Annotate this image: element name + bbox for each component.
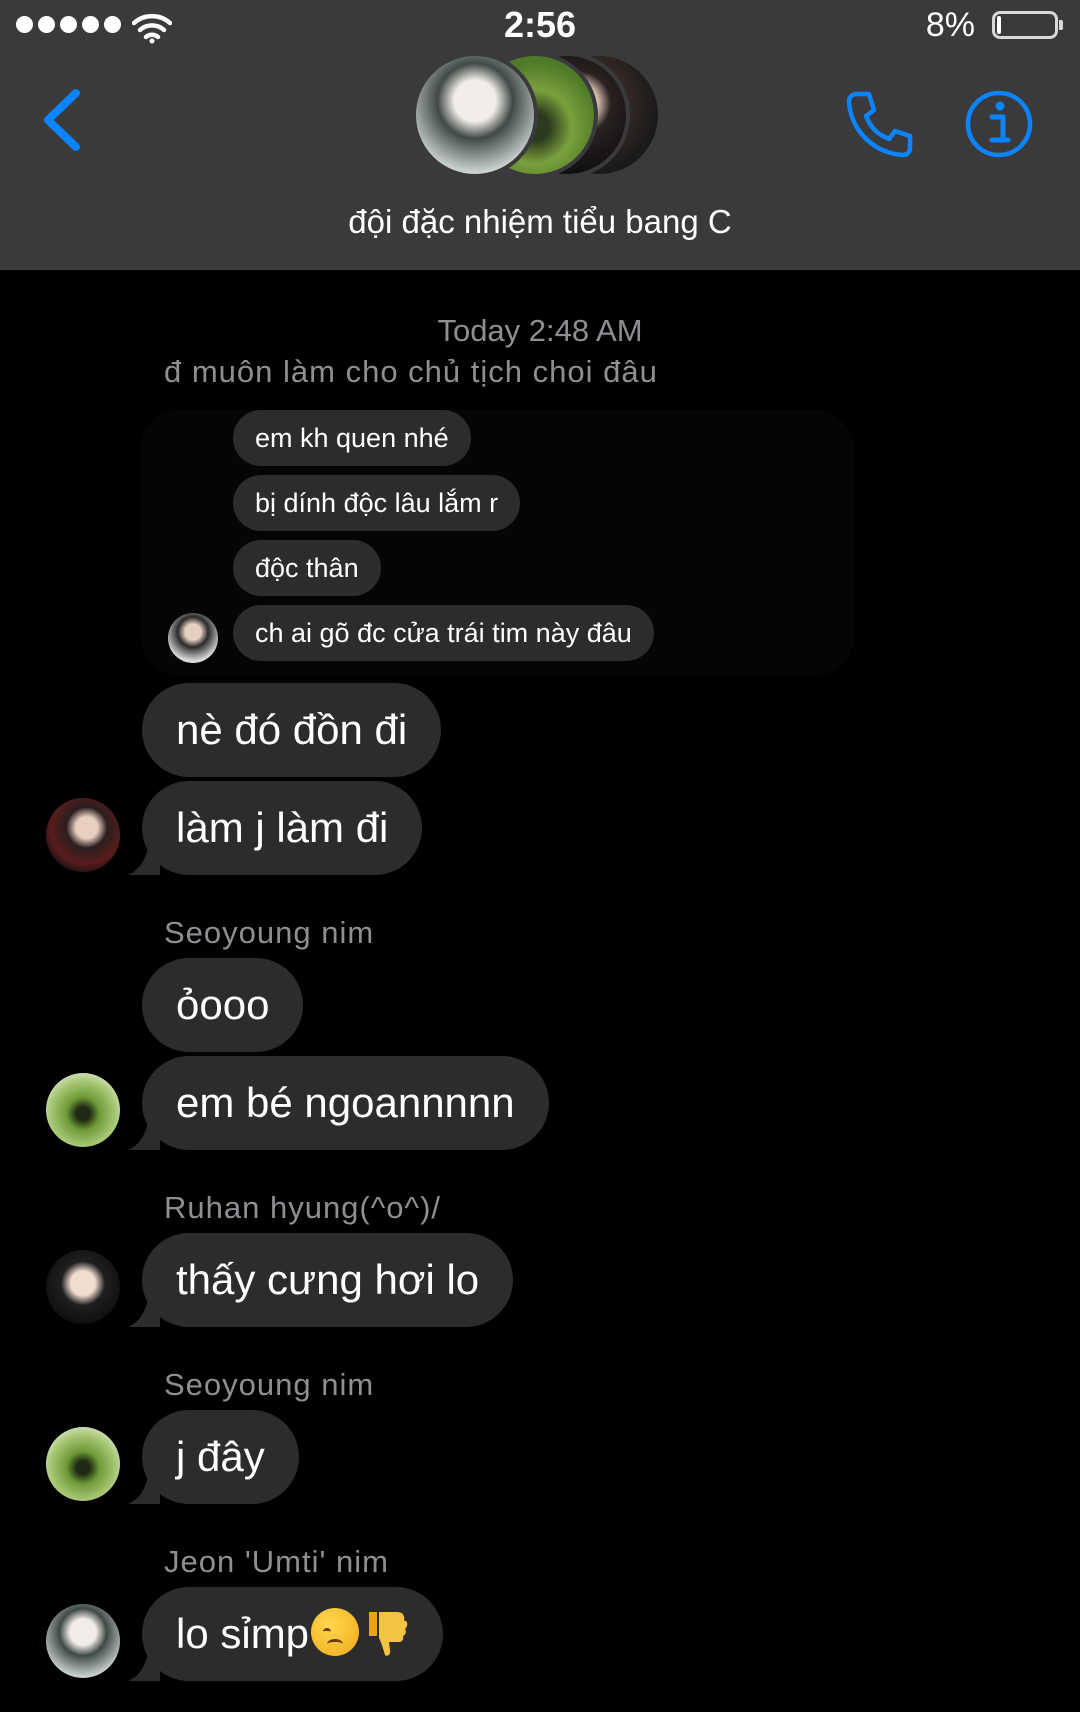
sender-avatar[interactable] xyxy=(46,1250,120,1324)
quoted-message: độc thân xyxy=(233,540,381,596)
sender-avatar[interactable] xyxy=(46,1073,120,1147)
group-name[interactable]: đội đặc nhiệm tiểu bang C xyxy=(0,203,1080,241)
member-avatar xyxy=(412,52,538,178)
message-text: lo sỉmp xyxy=(176,1610,310,1657)
message-bubble[interactable]: nè đó đồn đi xyxy=(142,683,442,777)
conversation-header: 2:56 8% đội đặc nhiệm tiểu bang C xyxy=(0,0,1080,270)
reply-context: đ muôn làm cho chủ tịch choi đâu xyxy=(164,354,658,389)
message-bubble[interactable]: làm j làm đi xyxy=(142,781,423,875)
battery-icon xyxy=(992,11,1063,39)
quoted-message: em kh quen nhé xyxy=(233,410,471,466)
sender-avatar[interactable] xyxy=(46,1427,120,1501)
battery-percentage: 8% xyxy=(925,6,975,44)
message-bubble[interactable]: j đây xyxy=(142,1410,299,1504)
message-bubble[interactable]: ỏooo xyxy=(142,958,304,1052)
group-avatar-stack[interactable] xyxy=(410,52,680,182)
back-chevron-icon[interactable] xyxy=(38,85,88,155)
thread-timestamp: Today 2:48 AM xyxy=(437,313,643,348)
status-time: 2:56 xyxy=(503,4,577,45)
quoted-message: bị dính độc lâu lắm r xyxy=(233,475,521,531)
sender-avatar[interactable] xyxy=(46,798,120,872)
info-icon[interactable] xyxy=(963,88,1035,160)
sender-name: Seoyoung nim xyxy=(164,1367,375,1402)
sender-name: Jeon 'Umti' nim xyxy=(164,1544,389,1579)
message-bubble[interactable]: thấy cưng hơi lo xyxy=(142,1233,514,1327)
sender-name: Ruhan hyung(^o^)/ xyxy=(164,1190,442,1225)
message-bubble[interactable]: lo sỉmp xyxy=(142,1587,444,1681)
sender-avatar[interactable] xyxy=(46,1604,120,1678)
quoted-message: ch ai gõ đc cửa trái tim này đâu xyxy=(233,605,654,661)
phone-call-icon[interactable] xyxy=(843,88,915,160)
sender-name: Seoyoung nim xyxy=(164,915,375,950)
message-bubble[interactable]: em bé ngoannnnn xyxy=(142,1056,549,1150)
status-bar: 2:56 8% xyxy=(0,0,1080,60)
sender-avatar[interactable] xyxy=(168,613,218,663)
disappointed-face-icon xyxy=(311,1608,360,1656)
thumbs-down-icon xyxy=(369,1612,408,1656)
